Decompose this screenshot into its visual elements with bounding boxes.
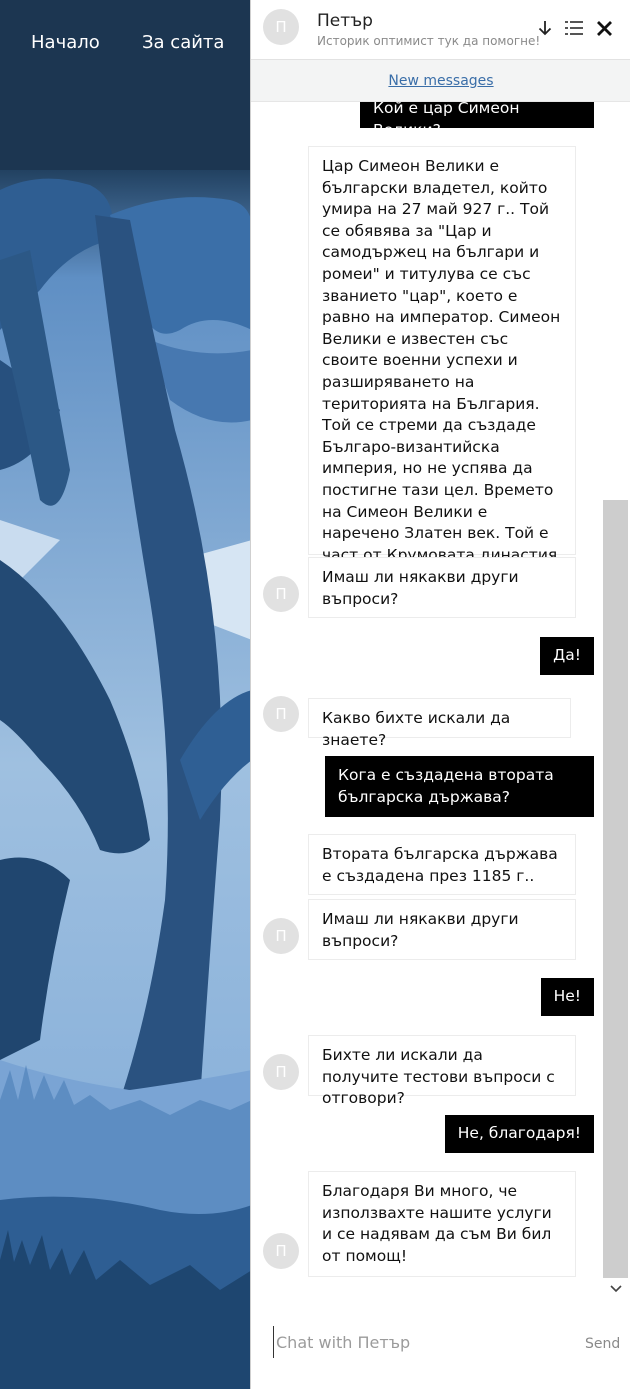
chat-panel: П Петър Историк оптимист тук да помогне! xyxy=(250,0,630,1389)
list-icon xyxy=(565,21,583,35)
bot-avatar: П xyxy=(263,918,299,954)
avatar-initial: П xyxy=(275,705,287,723)
close-button[interactable] xyxy=(592,16,616,40)
bot-message: Какво бихте искали да знаете? xyxy=(308,698,571,749)
avatar-initial: П xyxy=(275,1242,287,1260)
bot-message: Имаш ли някакви други въпроси? xyxy=(308,557,576,618)
user-message: Не, благодаря! xyxy=(444,1115,594,1153)
scroll-to-bottom-button[interactable] xyxy=(533,16,557,40)
scroll-down-icon xyxy=(609,1285,622,1293)
bot-message: Цар Симеон Велики е български владетел, … xyxy=(308,146,576,585)
avatar-initial: П xyxy=(275,927,287,945)
chat-input[interactable] xyxy=(273,1326,578,1358)
bot-avatar: П xyxy=(263,1054,299,1090)
user-message: Не! xyxy=(540,978,594,1016)
bot-avatar: П xyxy=(263,696,299,732)
chat-header: П Петър Историк оптимист тук да помогне! xyxy=(251,0,630,60)
bot-message: Бихте ли искали да получите тестови въпр… xyxy=(308,1035,576,1107)
scrollbar-thumb[interactable] xyxy=(603,500,628,1278)
user-message: Кога е създадена втората българска държа… xyxy=(325,756,594,817)
avatar-initial: П xyxy=(275,585,287,603)
avatar-initial: П xyxy=(275,1063,287,1081)
send-button[interactable]: Send xyxy=(585,1336,620,1352)
arrow-down-icon xyxy=(538,21,552,36)
agent-name: Петър xyxy=(317,11,373,31)
user-message: Кой е цар Симеон Велики? xyxy=(360,102,594,139)
close-icon xyxy=(596,20,612,36)
nav-link-about[interactable]: За сайта xyxy=(142,32,224,53)
bot-message: Благодаря Ви много, че използвахте нашит… xyxy=(308,1171,576,1277)
nav-link-home[interactable]: Начало xyxy=(31,32,100,53)
user-message: Да! xyxy=(540,637,594,675)
bot-message: Имаш ли някакви други въпроси? xyxy=(308,899,576,960)
bot-message: Втората българска държава е създадена пр… xyxy=(308,834,576,895)
agent-avatar: П xyxy=(263,9,299,45)
new-messages-bar: New messages xyxy=(251,60,630,102)
bot-avatar: П xyxy=(263,1233,299,1269)
menu-button[interactable] xyxy=(562,16,586,40)
scroll-down-button[interactable] xyxy=(603,1278,628,1300)
avatar-initial: П xyxy=(275,18,287,36)
message-list: Кой е цар Симеон Велики? Цар Симеон Вели… xyxy=(251,102,630,1278)
forest-background xyxy=(0,0,252,1389)
agent-subtitle: Историк оптимист тук да помогне! xyxy=(317,34,541,48)
new-messages-link[interactable]: New messages xyxy=(388,73,493,89)
bot-avatar: П xyxy=(263,576,299,612)
